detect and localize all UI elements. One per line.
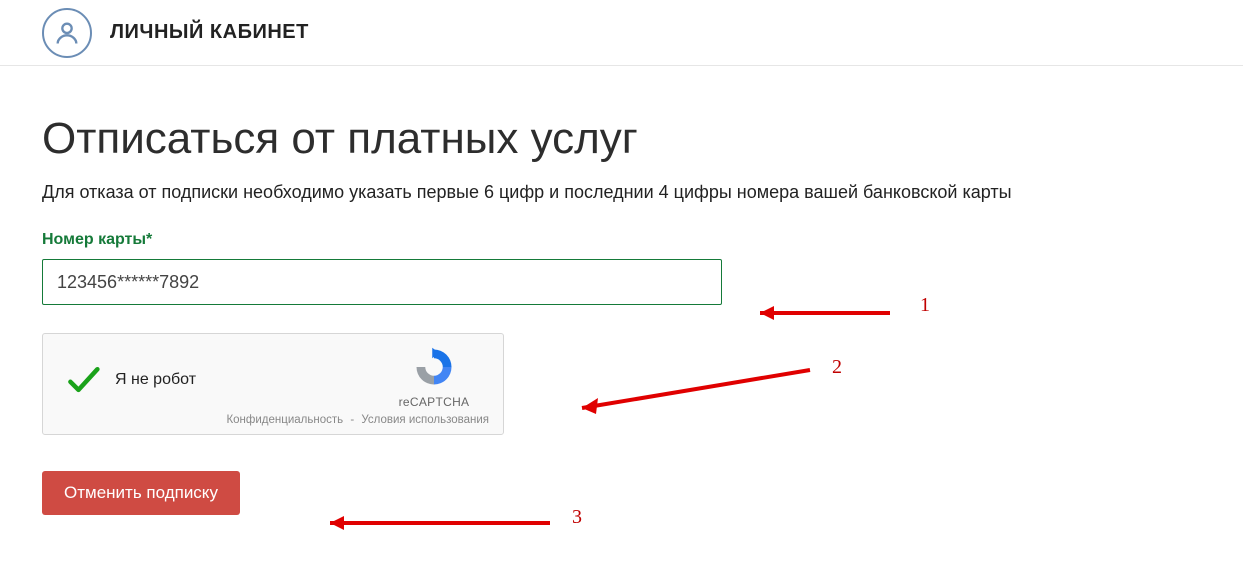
recaptcha-logo-icon [413,346,455,388]
card-number-input[interactable] [42,259,722,305]
recaptcha-separator: - [350,414,354,426]
annotation-number-3: 3 [572,506,582,529]
header-title: ЛИЧНЫЙ КАБИНЕТ [110,21,309,44]
recaptcha-brand: reCAPTCHA [379,395,489,409]
recaptcha-privacy-link[interactable]: Конфиденциальность [226,414,343,426]
cancel-subscription-button[interactable]: Отменить подписку [42,471,240,515]
header: ЛИЧНЫЙ КАБИНЕТ [0,0,1243,66]
page-subtitle: Для отказа от подписки необходимо указат… [42,182,1201,203]
page-title: Отписаться от платных услуг [42,114,1201,164]
recaptcha-terms-link[interactable]: Условия использования [361,414,489,426]
user-icon [42,8,92,58]
recaptcha-label: Я не робот [115,371,196,389]
annotation-number-2: 2 [832,356,842,379]
recaptcha-widget[interactable]: Я не робот reCAPTCHA Конфиденциальность … [42,333,504,435]
checkmark-icon [65,362,101,398]
recaptcha-links: Конфиденциальность - Условия использован… [226,414,489,426]
annotation-number-1: 1 [920,294,930,317]
card-number-label: Номер карты* [42,231,1201,249]
